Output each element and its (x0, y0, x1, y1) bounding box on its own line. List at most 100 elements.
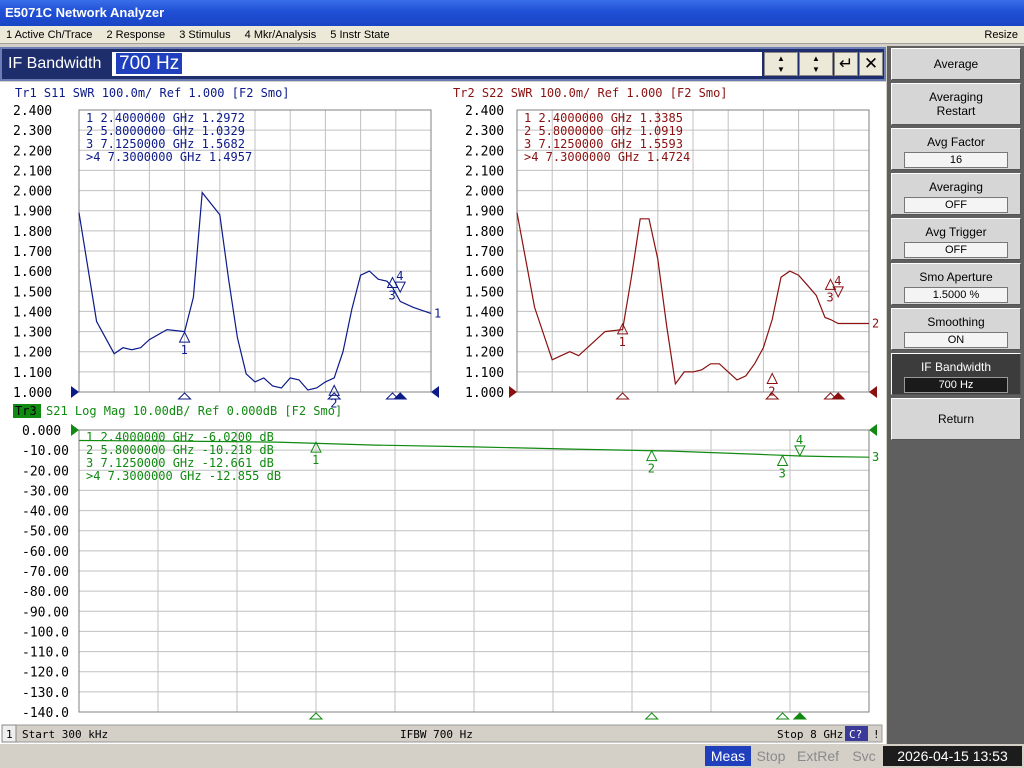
meas-status: Meas (705, 746, 751, 766)
ifbw-readout[interactable]: IFBW 700 Hz (400, 728, 473, 741)
tr1-ytick-label: 1.500 (13, 285, 52, 300)
tr2-ytick-label: 1.000 (465, 386, 504, 401)
warning-indicator: ! (873, 728, 880, 741)
softkey-smo-aperture[interactable]: Smo Aperture 1.5000 % (891, 263, 1021, 305)
spin-fine-stepper[interactable]: ▲ ▼ (764, 52, 798, 76)
softkey-averaging[interactable]: Averaging OFF (891, 173, 1021, 215)
tr3-marker-label: 2 (648, 462, 655, 476)
tr3-marker-readout: 2 5.8000000 GHz -10.218 dB (86, 443, 274, 457)
spin-up-icon[interactable]: ▲ (800, 53, 832, 64)
tr2-ref-left-icon (509, 386, 517, 398)
tr3-stimulus-marker-icon (792, 712, 808, 720)
softkey-avg-trigger[interactable]: Avg Trigger OFF (891, 218, 1021, 260)
if-bandwidth-value: 700 Hz (904, 377, 1008, 393)
window-title: E5071C Network Analyzer (5, 5, 165, 20)
tr3-marker-icon (645, 449, 658, 462)
tr1-stimulus-marker-icon (177, 392, 192, 400)
softkey-return[interactable]: Return (891, 398, 1021, 440)
date-time: 2026-04-15 13:53 (883, 746, 1022, 766)
cal-indicator: C? (849, 728, 862, 741)
tr3-marker-label: 4 (796, 433, 803, 447)
tr2-title: Tr2 S22 SWR 100.0m/ Ref 1.000 [F2 Smo] (453, 86, 728, 100)
menu-resize[interactable]: Resize (984, 26, 1018, 44)
tr1-marker-label: 4 (396, 269, 403, 283)
tr1-ytick-label: 1.200 (13, 346, 52, 361)
start-frequency[interactable]: Start 300 kHz (22, 728, 108, 741)
tr3-ytick-label: -50.00 (22, 525, 69, 540)
tr1-ref-left-icon (71, 386, 79, 398)
tr3-ytick-label: -30.00 (22, 484, 69, 499)
menu-bar: 1 Active Ch/Trace 2 Response 3 Stimulus … (0, 26, 1024, 44)
tr3-trace-end-label: 3 (872, 450, 879, 464)
tr1-ytick-label: 1.700 (13, 245, 52, 260)
tr2-marker-readout: 1 2.4000000 GHz 1.3385 (524, 111, 683, 125)
softkey-avg-factor[interactable]: Avg Factor 16 (891, 128, 1021, 170)
tr2-marker-label: 1 (619, 335, 626, 349)
tr2-marker-label: 3 (826, 290, 833, 304)
tr1-ytick-label: 1.300 (13, 326, 52, 341)
tr1-trace-end-label: 1 (434, 306, 441, 320)
menu-response[interactable]: 2 Response (100, 26, 170, 44)
tr3-ytick-label: -120.0 (22, 666, 69, 681)
stop-status: Stop (756, 748, 786, 764)
enter-icon: ↵ (838, 54, 854, 73)
tr2-marker-label: 4 (834, 274, 841, 288)
enter-button[interactable]: ↵ (834, 52, 858, 76)
menu-active-ch-trace[interactable]: 1 Active Ch/Trace (0, 26, 97, 44)
tr3-ytick-label: -70.00 (22, 565, 69, 580)
menu-stimulus[interactable]: 3 Stimulus (173, 26, 235, 44)
tr3-marker-icon (776, 454, 789, 467)
tr1-marker-icon (328, 384, 341, 396)
extref-status: ExtRef (796, 748, 839, 764)
tr3-ytick-label: -110.0 (22, 646, 69, 661)
spin-up-icon[interactable]: ▲ (765, 53, 797, 64)
tr1-marker-readout: 1 2.4000000 GHz 1.2972 (86, 111, 245, 125)
tr1-ytick-label: 1.000 (13, 386, 52, 401)
tr3-trace-badge: Tr3 (15, 404, 37, 418)
tr1-ref-right-icon (431, 386, 439, 398)
tr2-ytick-label: 1.500 (465, 285, 504, 300)
avg-trigger-value: OFF (904, 242, 1008, 258)
tr2-ytick-label: 1.300 (465, 326, 504, 341)
tr1-marker-label: 1 (181, 343, 188, 357)
smoothing-value: ON (904, 332, 1008, 348)
tr3-ytick-label: -100.0 (22, 625, 69, 640)
averaging-value: OFF (904, 197, 1008, 213)
tr2-stimulus-marker-icon (615, 392, 630, 400)
tr3-ytick-label: -130.0 (22, 686, 69, 701)
softkey-if-bandwidth[interactable]: IF Bandwidth 700 Hz (891, 353, 1021, 395)
stop-frequency[interactable]: Stop 8 GHz (777, 728, 843, 741)
entry-bar: IF Bandwidth 700 Hz ▲ ▼ ▲ ▼ ↵ ✕ (0, 47, 886, 81)
tr2-trace-end-label: 2 (872, 317, 879, 331)
spin-coarse-stepper[interactable]: ▲ ▼ (799, 52, 833, 76)
entry-input[interactable]: 700 Hz (112, 52, 762, 76)
window-title-bar[interactable]: E5071C Network Analyzer (0, 0, 1024, 26)
tr1-ytick-label: 2.300 (13, 124, 52, 139)
softkey-smoothing[interactable]: Smoothing ON (891, 308, 1021, 350)
softkey-averaging-restart[interactable]: Averaging Restart (891, 83, 1021, 125)
tr2-ytick-label: 1.400 (465, 305, 504, 320)
tr2-ytick-label: 2.400 (465, 104, 504, 119)
measurement-area: 2.400 2.300 2.200 2.100 2.000 1.900 1.800 1.700… (0, 82, 886, 744)
spin-down-icon[interactable]: ▼ (765, 64, 797, 75)
tr1-marker-readout: 2 5.8000000 GHz 1.0329 (86, 124, 245, 138)
tr2-ytick-label: 2.100 (465, 164, 504, 179)
tr2-marker-readout: >4 7.3000000 GHz 1.4724 (524, 150, 690, 164)
tr1-ytick-label: 2.200 (13, 144, 52, 159)
tr3-marker-label: 3 (779, 467, 786, 481)
tr2-ytick-label: 1.600 (465, 265, 504, 280)
tr3-ref-right-icon (869, 424, 877, 436)
tr3-stimulus-marker-icon (308, 712, 324, 720)
close-entry-button[interactable]: ✕ (859, 52, 883, 76)
menu-instr-state[interactable]: 5 Instr State (324, 26, 394, 44)
tr1-ytick-label: 1.400 (13, 305, 52, 320)
tr2-ytick-label: 1.100 (465, 366, 504, 381)
menu-mkr-analysis[interactable]: 4 Mkr/Analysis (239, 26, 322, 44)
tr3-title: S21 Log Mag 10.00dB/ Ref 0.000dB [F2 Smo… (46, 404, 342, 418)
tr2-marker-readout: 3 7.1250000 GHz 1.5593 (524, 137, 683, 151)
entry-label: IF Bandwidth (8, 55, 102, 72)
tr1-marker-readout: 3 7.1250000 GHz 1.5682 (86, 137, 245, 151)
channel-number: 1 (6, 728, 13, 741)
spin-down-icon[interactable]: ▼ (800, 64, 832, 75)
entry-value[interactable]: 700 Hz (116, 53, 183, 74)
